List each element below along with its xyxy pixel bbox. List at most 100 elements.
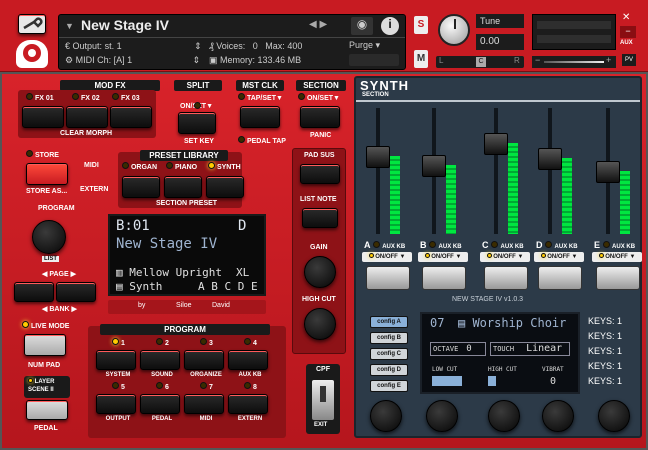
config-button[interactable]: config C bbox=[370, 348, 408, 360]
fader-handle[interactable] bbox=[366, 145, 390, 168]
program-button[interactable] bbox=[140, 394, 180, 414]
pan-slider[interactable]: L C R bbox=[436, 56, 524, 68]
mute-button[interactable]: M bbox=[414, 50, 428, 68]
level-meter bbox=[532, 14, 616, 50]
config-button[interactable]: config A bbox=[370, 316, 408, 328]
channel-onoff-label: ON/OFF ▼ bbox=[418, 252, 468, 262]
channel-label: D AUX KB bbox=[536, 240, 578, 250]
main-display: B:01 D New Stage IV ▥ Mellow Upright XL … bbox=[108, 214, 266, 296]
program-button[interactable] bbox=[140, 350, 180, 370]
program-button[interactable] bbox=[184, 394, 224, 414]
volume-slider[interactable]: − + bbox=[532, 55, 616, 68]
channel-onoff-button[interactable] bbox=[596, 266, 640, 290]
config-button[interactable]: config E bbox=[370, 380, 408, 392]
solo-button[interactable]: S bbox=[414, 16, 428, 34]
organ-label: ORGAN bbox=[122, 162, 157, 171]
channel-onoff-button[interactable] bbox=[366, 266, 410, 290]
camera-icon[interactable]: ◉ bbox=[351, 17, 373, 35]
list-note-button[interactable] bbox=[302, 208, 338, 228]
fader-handle[interactable] bbox=[596, 161, 620, 183]
tune-knob[interactable] bbox=[438, 14, 470, 46]
program-knob[interactable] bbox=[32, 220, 66, 254]
gain-knob[interactable] bbox=[304, 256, 336, 288]
program-led-label: 1 bbox=[112, 338, 125, 347]
purge-button[interactable]: Purge ▾ bbox=[349, 40, 380, 51]
touch-box: TOUCH Linear bbox=[490, 342, 570, 356]
channel-onoff-button[interactable] bbox=[484, 266, 528, 290]
high-cut-knob[interactable] bbox=[304, 308, 336, 340]
layer-scene-button[interactable] bbox=[26, 400, 68, 420]
config-button[interactable]: config D bbox=[370, 364, 408, 376]
level-meter-bar bbox=[390, 155, 400, 234]
tune-value[interactable]: 0.00 bbox=[476, 34, 524, 50]
program-led-label: 7 bbox=[200, 382, 213, 391]
section-button[interactable] bbox=[300, 106, 340, 128]
program-button[interactable] bbox=[96, 350, 136, 370]
aux-button[interactable]: AUX bbox=[620, 40, 633, 46]
output-row[interactable]: € Output: st. 1 ⇕ bbox=[65, 41, 202, 52]
page-next-button[interactable] bbox=[56, 282, 96, 302]
pv-button[interactable]: PV bbox=[622, 54, 636, 66]
synth-channel-knob[interactable] bbox=[370, 400, 402, 432]
fader-handle[interactable] bbox=[538, 148, 562, 171]
info-icon[interactable]: i bbox=[381, 17, 399, 35]
cpf-switch[interactable] bbox=[312, 380, 334, 420]
synth-preset-name: ▤ Worship Choir bbox=[458, 316, 567, 330]
list-note-label: LIST NOTE bbox=[300, 196, 337, 203]
tap-button[interactable] bbox=[240, 106, 280, 128]
fader-handle[interactable] bbox=[422, 154, 446, 177]
collapse-arrow-icon[interactable]: ▼ bbox=[65, 21, 74, 31]
page-label: ◀ PAGE ▶ bbox=[42, 271, 76, 278]
preset-library-title: PRESET LIBRARY bbox=[140, 150, 228, 161]
config-button[interactable]: config B bbox=[370, 332, 408, 344]
keys-label: KEYS: 1 bbox=[588, 316, 623, 326]
instrument-info-panel: ▼ New Stage IV ◀ ▶ ◉ i € Output: st. 1 ⇕… bbox=[58, 14, 406, 70]
level-meter-bar bbox=[562, 158, 572, 234]
program-button[interactable] bbox=[184, 350, 224, 370]
synth-channel-knob[interactable] bbox=[426, 400, 458, 432]
display-line1: ▥ Mellow Upright bbox=[116, 266, 222, 279]
fx1-button[interactable] bbox=[22, 106, 64, 128]
program-button[interactable] bbox=[228, 350, 268, 370]
channel-onoff-button[interactable] bbox=[538, 266, 582, 290]
page-prev-button[interactable] bbox=[14, 282, 54, 302]
pad-sus-button[interactable] bbox=[300, 164, 340, 184]
fx2-button[interactable] bbox=[66, 106, 108, 128]
tapset-label: TAP/SET▼ bbox=[238, 93, 283, 102]
cpf-label: CPF bbox=[316, 366, 330, 373]
live-mode-button[interactable] bbox=[24, 334, 66, 356]
fx3-button[interactable] bbox=[110, 106, 152, 128]
program-led-label: 8 bbox=[244, 382, 257, 391]
section-title: SECTION bbox=[296, 80, 346, 91]
program-label: PROGRAM bbox=[38, 205, 75, 212]
minimize-button[interactable]: − bbox=[620, 26, 636, 38]
display-slot: D bbox=[238, 218, 247, 234]
display-line2-tag: A B C D E bbox=[198, 280, 258, 293]
bank-label: ◀ BANK ▶ bbox=[42, 306, 77, 313]
synth-subtitle: SECTION bbox=[362, 92, 389, 98]
program-button[interactable] bbox=[228, 394, 268, 414]
live-mode-label: LIVE MODE bbox=[22, 321, 69, 330]
instrument-name[interactable]: New Stage IV bbox=[81, 17, 169, 33]
channel-label: E AUX KB bbox=[594, 240, 636, 250]
vibrat-label: VIBRAT bbox=[542, 366, 564, 373]
synth-channel-knob[interactable] bbox=[598, 400, 630, 432]
store-button[interactable] bbox=[26, 163, 68, 185]
synth-channel-knob[interactable] bbox=[488, 400, 520, 432]
program-button[interactable] bbox=[96, 394, 136, 414]
synth-button[interactable] bbox=[206, 176, 244, 198]
close-icon[interactable]: ✕ bbox=[622, 12, 630, 23]
fader-handle[interactable] bbox=[484, 133, 508, 156]
piano-button[interactable] bbox=[164, 176, 202, 198]
wrench-button[interactable] bbox=[18, 14, 46, 34]
program-func-label: EXTERN bbox=[237, 416, 263, 422]
channel-onoff-button[interactable] bbox=[422, 266, 466, 290]
synth-channel-knob[interactable] bbox=[542, 400, 574, 432]
fx1-label: FX 01 bbox=[26, 93, 54, 102]
display-line2: ▤ Synth bbox=[116, 280, 163, 293]
split-button[interactable] bbox=[178, 112, 216, 134]
prev-next-arrows[interactable]: ◀ ▶ bbox=[309, 19, 327, 30]
organ-button[interactable] bbox=[122, 176, 160, 198]
extern-label: EXTERN bbox=[80, 186, 109, 193]
midi-channel-row[interactable]: ⚙ MIDI Ch: [A] 1 ⇕ bbox=[65, 55, 200, 66]
